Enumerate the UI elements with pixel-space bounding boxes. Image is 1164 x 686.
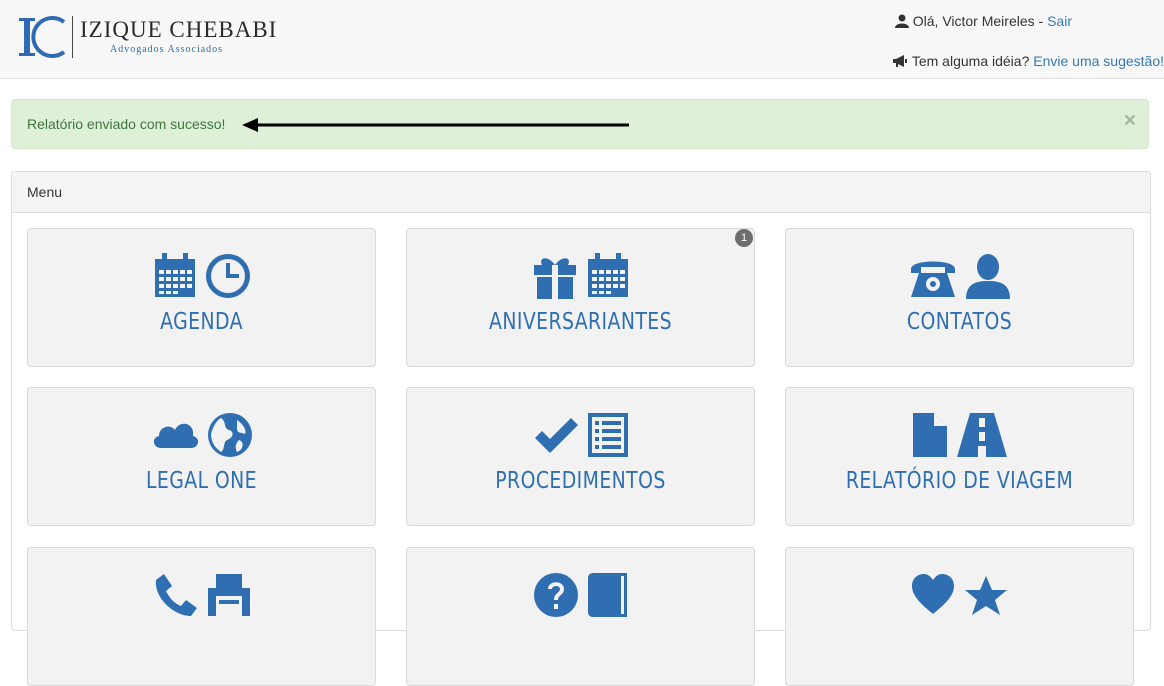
book-icon xyxy=(587,573,627,617)
tile-label: PROCEDIMENTOS xyxy=(495,468,666,494)
tile-label: ANIVERSARIANTES xyxy=(489,309,672,335)
suggestion-line: Tem alguma idéia? Envie uma sugestão! xyxy=(892,53,1164,69)
logout-link[interactable]: Sair xyxy=(1047,13,1072,29)
globe-icon xyxy=(207,413,252,457)
tile-ajuda[interactable] xyxy=(406,547,755,686)
bullhorn-icon xyxy=(892,55,907,67)
logo-mark-icon xyxy=(19,16,66,58)
alert-message: Relatório enviado com sucesso! xyxy=(27,116,226,132)
cloud-icon xyxy=(153,423,198,448)
tile-legal-one[interactable]: LEGAL ONE xyxy=(27,387,376,526)
logo-divider xyxy=(72,16,73,58)
logo-name: IZIQUE CHEBABI xyxy=(80,17,278,42)
calendar-icon xyxy=(154,253,195,297)
tile-agenda[interactable]: AGENDA xyxy=(27,228,376,367)
menu-heading: Menu xyxy=(12,172,1150,213)
tile-favoritos[interactable] xyxy=(785,547,1134,686)
tile-relatorio-de-viagem[interactable]: RELATÓRIO DE VIAGEM xyxy=(785,387,1134,526)
greeting-text: Olá, Victor Meireles - xyxy=(912,13,1048,29)
fax-icon xyxy=(207,574,250,616)
question-icon xyxy=(533,573,578,617)
tile-procedimentos[interactable]: PROCEDIMENTOS xyxy=(406,387,755,526)
tile-contatos[interactable]: CONTATOS xyxy=(785,228,1134,367)
success-alert: Relatório enviado com sucesso! × xyxy=(11,99,1149,149)
tile-label: CONTATOS xyxy=(906,309,1013,335)
tile-label: RELATÓRIO DE VIAGEM xyxy=(845,468,1074,494)
suggestion-prompt: Tem alguma idéia? xyxy=(911,53,1034,69)
tile-aniversariantes[interactable]: 1 ANIVERSARIANTES xyxy=(406,228,755,367)
notification-badge: 1 xyxy=(735,229,753,247)
suggestion-link[interactable]: Envie uma sugestão! xyxy=(1033,53,1164,69)
check-icon xyxy=(534,418,578,453)
tile-telefones[interactable] xyxy=(27,547,376,686)
tile-label: LEGAL ONE xyxy=(145,468,258,494)
phone-icon xyxy=(910,261,955,297)
gift-icon xyxy=(533,258,576,299)
alert-close-button[interactable]: × xyxy=(1124,110,1136,131)
clock-icon xyxy=(205,254,250,298)
list-icon xyxy=(587,413,628,457)
user-icon xyxy=(965,254,1010,299)
file-icon xyxy=(912,413,947,457)
company-logo[interactable]: IZIQUE CHEBABI Advogados Associados xyxy=(18,14,276,64)
user-icon xyxy=(894,14,909,28)
top-bar: IZIQUE CHEBABI Advogados Associados Olá,… xyxy=(0,0,1164,79)
phone-handset-icon xyxy=(155,574,197,616)
arrow-left-icon xyxy=(242,118,629,132)
star-icon xyxy=(964,576,1007,615)
tile-label: AGENDA xyxy=(160,309,243,335)
calendar-icon xyxy=(587,253,628,297)
user-greeting: Olá, Victor Meireles - Sair xyxy=(894,13,1072,29)
logo-subtitle: Advogados Associados xyxy=(110,44,224,55)
road-icon xyxy=(956,413,1007,457)
heart-icon xyxy=(911,574,954,614)
